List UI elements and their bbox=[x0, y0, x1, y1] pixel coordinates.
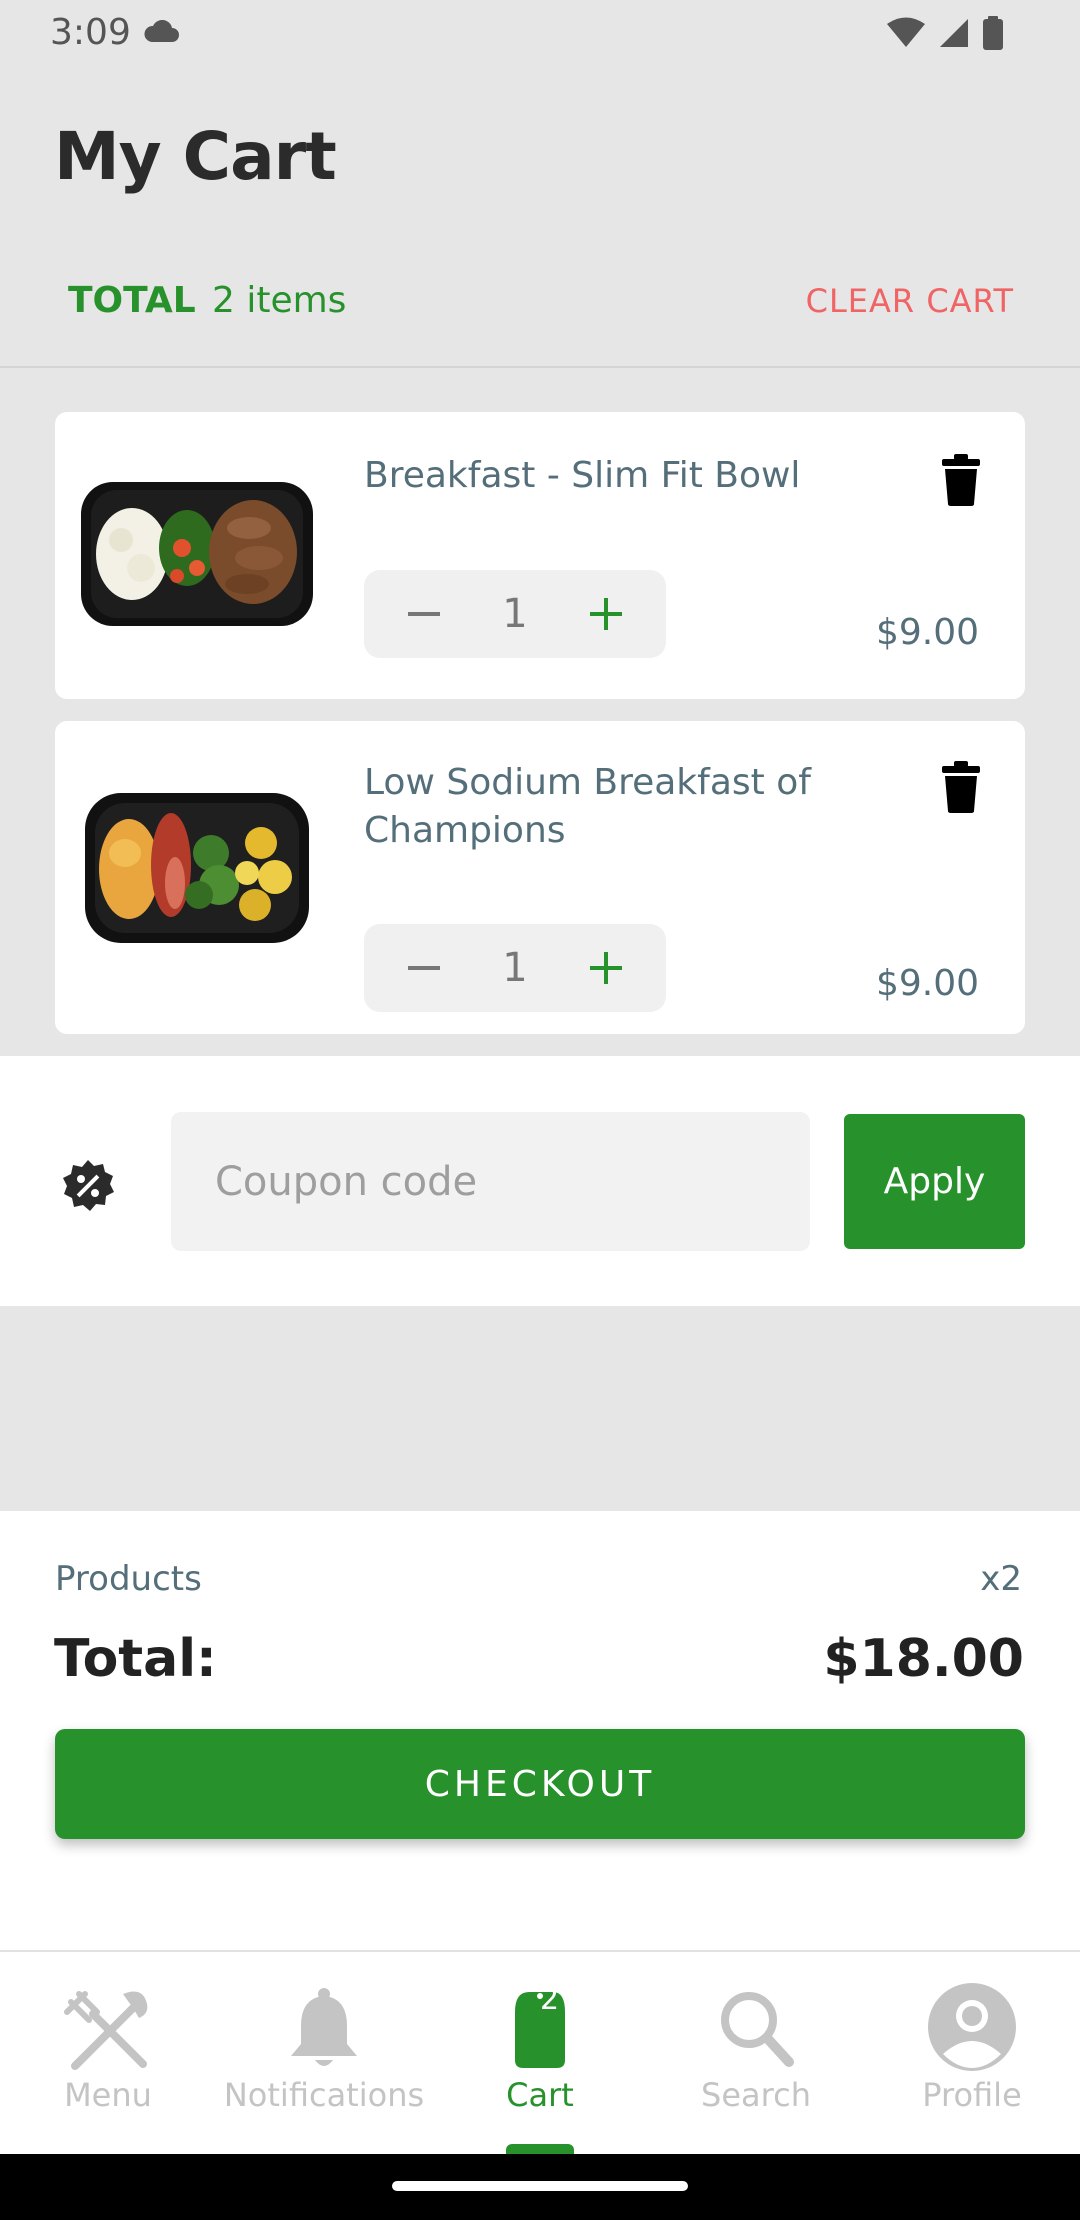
battery-icon bbox=[982, 16, 1004, 55]
checkout-button[interactable]: CHECKOUT bbox=[55, 1729, 1025, 1839]
nav-label: Menu bbox=[64, 2076, 152, 2114]
utensils-icon bbox=[64, 1991, 148, 2070]
status-time: 3:09 bbox=[50, 12, 131, 53]
coupon-code-input[interactable] bbox=[171, 1112, 810, 1251]
nav-item-search[interactable]: Search bbox=[648, 1982, 864, 2122]
clear-cart-button[interactable]: CLEAR CART bbox=[806, 282, 1014, 320]
page-title: My Cart bbox=[54, 118, 337, 195]
cart-badge: 2 bbox=[540, 1982, 560, 2017]
quantity-stepper: 1 bbox=[364, 570, 666, 658]
product-price: $9.00 bbox=[875, 612, 979, 653]
plus-icon[interactable] bbox=[586, 948, 626, 988]
trash-icon[interactable] bbox=[941, 454, 981, 506]
cart-item: Breakfast - Slim Fit Bowl 1 $9.00 bbox=[55, 412, 1025, 699]
cart-item: Low Sodium Breakfast of Champions 1 $9.0… bbox=[55, 721, 1025, 1034]
total-amount: $18.00 bbox=[823, 1629, 1024, 1689]
nav-label: Search bbox=[701, 2076, 811, 2114]
quantity-value: 1 bbox=[502, 945, 528, 991]
search-icon bbox=[721, 1992, 794, 2067]
total-item-count: 2 items bbox=[212, 280, 347, 321]
quantity-value: 1 bbox=[502, 591, 528, 637]
nav-label: Cart bbox=[506, 2076, 574, 2114]
status-icons bbox=[886, 16, 1004, 55]
coupon-section: Apply bbox=[0, 1056, 1080, 1306]
quantity-stepper: 1 bbox=[364, 924, 666, 1012]
product-image bbox=[77, 468, 317, 638]
order-summary: Products x2 Total: $18.00 CHECKOUT bbox=[0, 1511, 1080, 1950]
nav-item-profile[interactable]: Profile bbox=[864, 1982, 1080, 2122]
minus-icon[interactable] bbox=[404, 948, 444, 988]
system-navigation-bar bbox=[0, 2154, 1080, 2220]
minus-icon[interactable] bbox=[404, 594, 444, 634]
plus-icon[interactable] bbox=[586, 594, 626, 634]
product-name: Low Sodium Breakfast of Champions bbox=[364, 762, 811, 851]
cloud-icon bbox=[142, 19, 180, 49]
status-bar: 3:09 bbox=[0, 0, 1080, 66]
wifi-icon bbox=[886, 17, 926, 54]
account-icon bbox=[928, 1983, 1016, 2071]
product-image bbox=[77, 783, 317, 953]
products-count: x2 bbox=[980, 1559, 1022, 1599]
cellular-signal-icon bbox=[938, 17, 970, 54]
trash-icon[interactable] bbox=[941, 761, 981, 813]
apply-coupon-button[interactable]: Apply bbox=[844, 1114, 1025, 1249]
nav-label: Notifications bbox=[223, 2076, 425, 2114]
total-label: TOTAL bbox=[68, 280, 196, 321]
nav-item-menu[interactable]: Menu bbox=[0, 1982, 216, 2122]
product-price: $9.00 bbox=[875, 963, 979, 1004]
bell-icon bbox=[291, 1988, 357, 2066]
product-name: Breakfast - Slim Fit Bowl bbox=[364, 455, 801, 496]
cart-summary-bar: TOTAL 2 items CLEAR CART bbox=[0, 262, 1080, 368]
nav-item-cart[interactable]: 2 Cart bbox=[432, 1982, 648, 2122]
nav-label: Profile bbox=[922, 2076, 1022, 2114]
bottom-navigation: Menu Notifications 2 Cart Search Profile bbox=[0, 1950, 1080, 2156]
discount-badge-icon bbox=[60, 1158, 116, 1219]
home-gesture-handle[interactable] bbox=[392, 2181, 688, 2191]
total-label: Total: bbox=[54, 1629, 217, 1689]
nav-item-notifications[interactable]: Notifications bbox=[216, 1982, 432, 2122]
products-label: Products bbox=[55, 1559, 202, 1599]
